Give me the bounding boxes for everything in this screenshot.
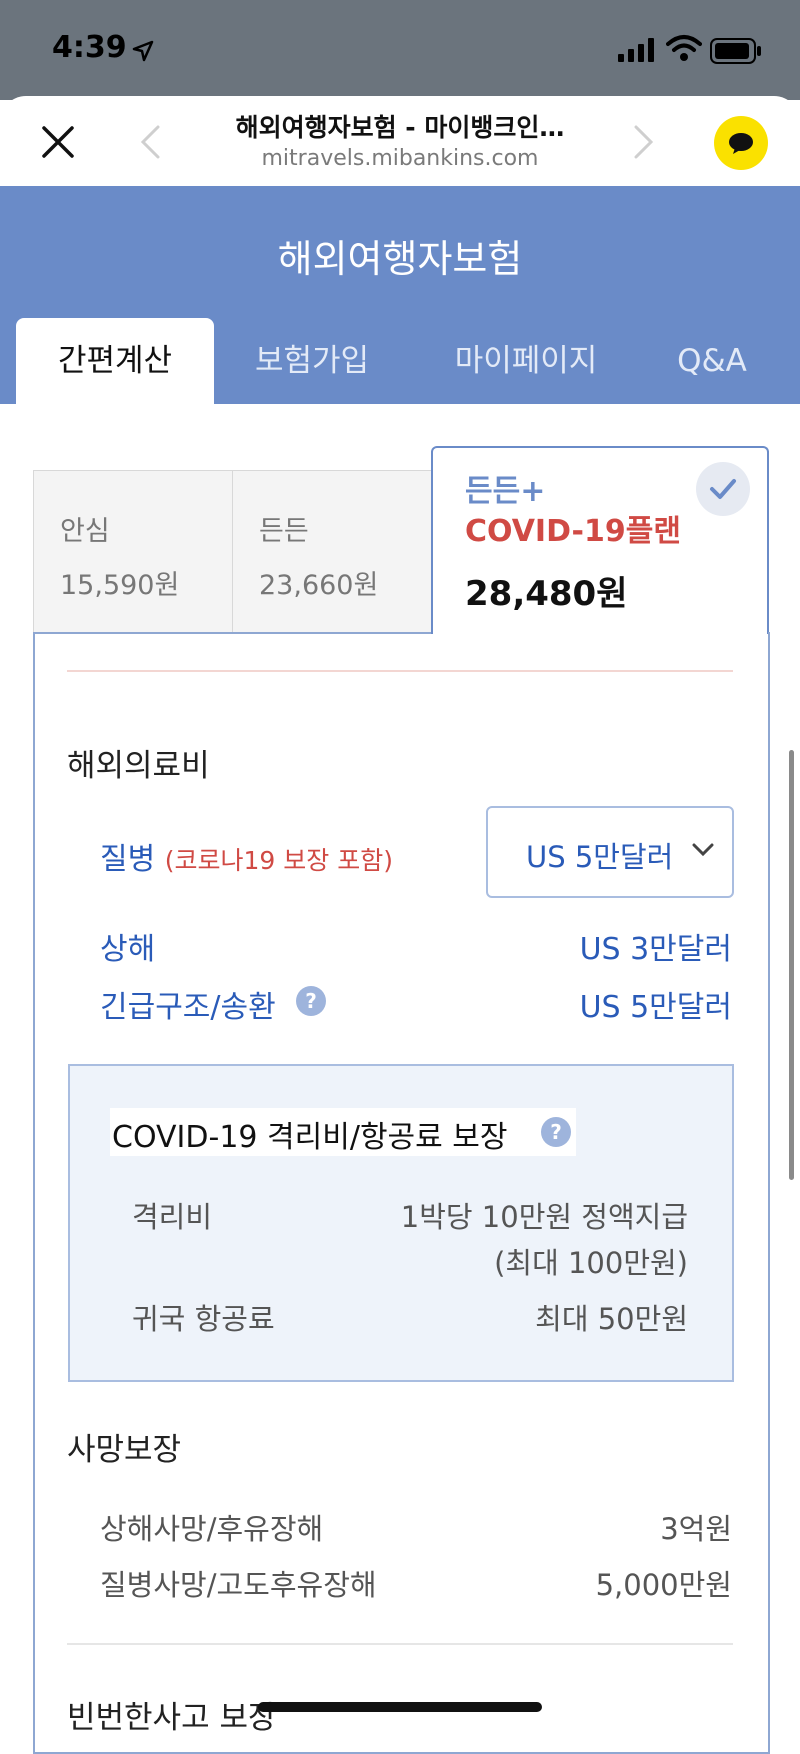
tab-join[interactable]: 보험가입 — [214, 318, 410, 404]
forward-arrow-icon[interactable] — [632, 124, 656, 160]
chat-bubble-icon — [729, 133, 753, 154]
plan-name: 안심 — [60, 516, 110, 547]
tab-mypage[interactable]: 마이페이지 — [430, 318, 622, 404]
status-time: 4:39 — [52, 30, 127, 65]
covid-title: COVID-19 격리비/항공료 보장 — [112, 1120, 508, 1155]
kakao-chat-button[interactable] — [714, 116, 768, 170]
section-title-frequent: 빈번한사고 보장 — [67, 1700, 277, 1736]
illness-label: 질병 — [100, 842, 156, 877]
close-icon[interactable] — [38, 122, 78, 162]
illness-row: 질병 (코로나19 보장 포함) — [100, 834, 393, 878]
plan-card-dundeun[interactable]: 든든 23,660원 — [232, 470, 433, 634]
select-value: US 5만달러 — [526, 840, 674, 874]
browser-url[interactable]: mitravels.mibankins.com — [200, 146, 600, 171]
plan-price: 28,480원 — [465, 574, 628, 614]
injury-value: US 3만달러 — [579, 932, 732, 967]
help-icon[interactable]: ? — [541, 1117, 571, 1147]
plan-name: 든든 — [259, 516, 309, 547]
injury-death-value: 3억원 — [660, 1512, 732, 1546]
tab-simple-calc[interactable]: 간편계산 — [16, 318, 214, 404]
panel-top-border — [33, 632, 431, 634]
browser-title: 해외여행자보험 - 마이뱅크인… — [235, 113, 565, 142]
section-title-death: 사망보장 — [67, 1432, 182, 1468]
airfare-label: 귀국 항공료 — [132, 1302, 275, 1336]
rescue-label: 긴급구조/송환 — [100, 990, 276, 1025]
injury-label: 상해 — [100, 932, 156, 967]
plan-name-line2: COVID-19플랜 — [465, 514, 681, 549]
plan-card-ansim[interactable]: 안심 15,590원 — [33, 470, 233, 634]
wifi-icon — [666, 35, 702, 61]
injury-death-label: 상해사망/후유장해 — [100, 1512, 324, 1546]
location-arrow-icon — [132, 40, 154, 62]
illness-death-value: 5,000만원 — [595, 1568, 732, 1602]
illness-amount-select[interactable]: US 5만달러 — [486, 806, 734, 898]
divider — [67, 1643, 733, 1645]
airfare-value: 최대 50만원 — [535, 1302, 688, 1336]
plan-price: 15,590원 — [60, 570, 180, 601]
illness-note: (코로나19 보장 포함) — [164, 846, 393, 875]
tab-qna[interactable]: Q&A — [660, 318, 764, 404]
chevron-down-icon — [692, 843, 714, 857]
page-title: 해외여행자보험 — [277, 237, 523, 281]
signal-icon — [618, 38, 654, 62]
quarantine-label: 격리비 — [132, 1200, 213, 1234]
check-icon — [710, 479, 736, 499]
section-title-medical: 해외의료비 — [67, 748, 210, 784]
home-indicator[interactable] — [258, 1702, 542, 1712]
back-arrow-icon[interactable] — [138, 124, 162, 160]
quarantine-value: 1박당 10만원 정액지급 — [400, 1200, 688, 1234]
scrollbar[interactable] — [789, 750, 794, 1180]
illness-death-label: 질병사망/고도후유장해 — [100, 1568, 377, 1602]
selected-check — [696, 462, 750, 516]
quarantine-max: (최대 100만원) — [494, 1246, 688, 1280]
help-icon[interactable]: ? — [296, 986, 326, 1016]
battery-icon — [710, 38, 761, 64]
plan-price: 23,660원 — [259, 570, 379, 601]
divider — [67, 670, 733, 672]
rescue-value: US 5만달러 — [579, 990, 732, 1025]
plan-name-line1: 든든+ — [465, 474, 546, 509]
